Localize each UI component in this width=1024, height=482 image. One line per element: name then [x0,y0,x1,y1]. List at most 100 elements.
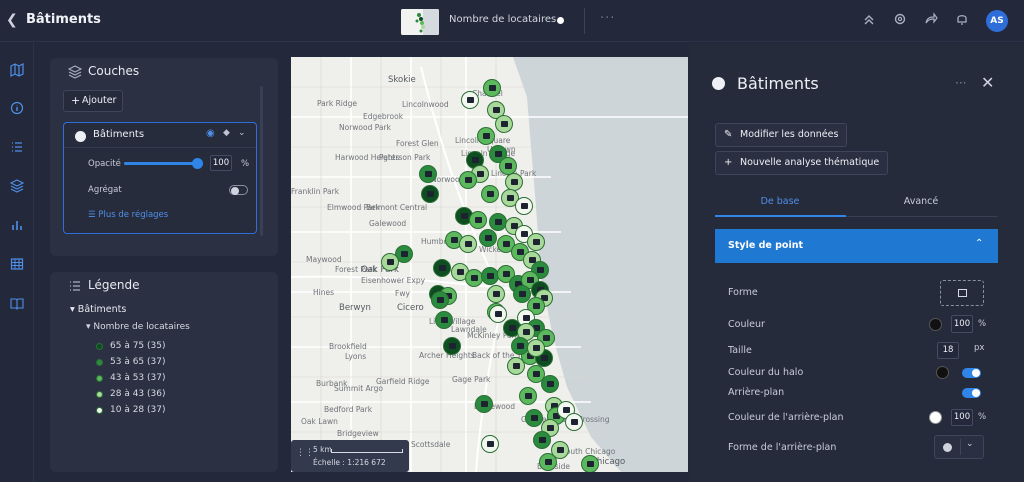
more-options-icon[interactable]: ··· [600,11,615,26]
aggregate-toggle[interactable] [229,185,248,195]
background-label: Arrière-plan [728,387,785,398]
edit-data-label: Modifier les données [740,129,839,140]
building-marker[interactable] [507,357,525,375]
halo-toggle[interactable] [962,368,981,378]
layer-card[interactable]: Bâtiments ◉ ◆ ⌄ Opacité 100 % Agrégat ☰ … [63,122,257,234]
divider [584,8,585,34]
drag-handle-icon[interactable]: ⋮⋮ [296,448,314,458]
list-icon[interactable] [8,140,26,158]
more-options-icon[interactable]: ··· [955,76,966,90]
building-marker[interactable] [581,455,599,472]
building-marker[interactable] [477,127,495,145]
halo-color-swatch[interactable] [936,366,949,379]
visibility-eye-icon[interactable]: ◉ [206,128,215,139]
opacity-input[interactable]: 100 [210,155,232,171]
building-marker[interactable] [527,339,545,357]
chart-icon[interactable] [8,218,26,236]
close-icon[interactable]: ✕ [981,73,994,92]
building-marker[interactable] [539,453,557,471]
map-icon[interactable] [8,63,26,81]
layer-selector-toggle-icon[interactable] [557,17,564,24]
add-layer-button[interactable]: + Ajouter [63,90,123,112]
building-marker[interactable] [431,291,449,309]
building-marker[interactable] [469,211,487,229]
more-settings-link[interactable]: ☰ Plus de réglages [88,210,168,220]
new-analysis-button[interactable]: + Nouvelle analyse thématique [715,151,889,175]
scrollbar[interactable] [260,86,263,236]
background-toggle[interactable] [962,388,981,398]
building-marker[interactable] [525,409,543,427]
building-icon [563,407,570,413]
collapse-up-icon[interactable] [860,12,878,30]
building-marker[interactable] [483,79,501,97]
tab-basic[interactable]: De base [715,196,845,207]
building-marker[interactable] [421,185,439,203]
building-icon [425,171,432,177]
building-marker[interactable] [443,337,461,355]
building-marker[interactable] [489,213,507,231]
book-icon[interactable] [8,296,26,314]
building-marker[interactable] [461,91,479,109]
background-opacity-unit: % [978,412,987,422]
opacity-slider-handle[interactable] [192,158,203,169]
building-marker[interactable] [381,253,399,271]
scale-box[interactable]: ⋮⋮ 5 km Échelle : 1:216 672 [291,440,409,472]
style-tabs: De base Avancé [715,189,997,217]
info-icon[interactable] [8,101,26,119]
building-marker[interactable] [541,375,559,393]
background-color-label: Couleur de l'arrière-plan [728,412,844,423]
building-icon [507,195,514,201]
plus-icon: + [71,94,81,107]
building-marker[interactable] [527,233,545,251]
background-shape-dropdown[interactable]: ⌄ [934,435,984,459]
building-icon [517,343,524,349]
user-avatar[interactable]: AS [986,10,1008,32]
building-marker[interactable] [419,165,437,183]
edit-data-button[interactable]: ✎ Modifier les données [715,123,848,147]
building-marker[interactable] [533,431,551,449]
building-marker[interactable] [495,115,513,133]
layers-icon[interactable] [8,179,26,197]
layer-selector[interactable]: Nombre de locataires [449,14,556,25]
building-marker[interactable] [519,387,537,405]
building-icon [495,151,502,157]
building-marker[interactable] [435,311,453,329]
pencil-icon: ✎ [724,129,733,140]
tag-icon[interactable]: ◆ [223,128,230,138]
shape-label: Forme [728,287,758,298]
share-icon[interactable] [922,12,940,30]
color-swatch[interactable] [929,318,942,331]
building-marker[interactable] [487,285,505,303]
layers-icon [67,65,83,82]
building-marker[interactable] [481,435,499,453]
building-marker[interactable] [489,305,507,323]
map-thumbnail[interactable] [401,9,439,35]
chevron-up-icon: ⌃ [975,238,984,249]
building-marker[interactable] [433,259,451,277]
shape-picker[interactable] [940,280,984,306]
map-view[interactable]: Skokie Park Ridge Lincolnwood Edgebrook Norw… [291,57,688,472]
building-marker[interactable] [459,171,477,189]
tab-advanced[interactable]: Avancé [856,196,986,207]
building-marker[interactable] [481,185,499,203]
color-opacity-input[interactable]: 100 [951,315,973,333]
building-marker[interactable] [479,229,497,247]
background-color-swatch[interactable] [929,411,942,424]
point-style-section-header[interactable]: Style de point ⌃ [715,229,998,263]
building-marker[interactable] [515,197,533,215]
legend-item: 43 à 53 (37) [96,373,165,383]
building-icon [495,311,502,317]
building-icon [527,277,534,283]
settings-gear-icon[interactable] [891,12,909,30]
chevron-down-icon[interactable]: ⌄ [238,128,246,138]
back-arrow-icon[interactable]: ❮ [6,12,18,28]
opacity-slider[interactable] [124,162,198,165]
building-marker[interactable] [459,235,477,253]
table-icon[interactable] [8,257,26,275]
building-icon [477,171,484,177]
background-opacity-input[interactable]: 100 [951,409,973,426]
size-input[interactable]: 18 [937,342,959,359]
building-marker[interactable] [565,413,583,431]
building-marker[interactable] [475,395,493,413]
notification-bell-icon[interactable] [953,12,971,30]
